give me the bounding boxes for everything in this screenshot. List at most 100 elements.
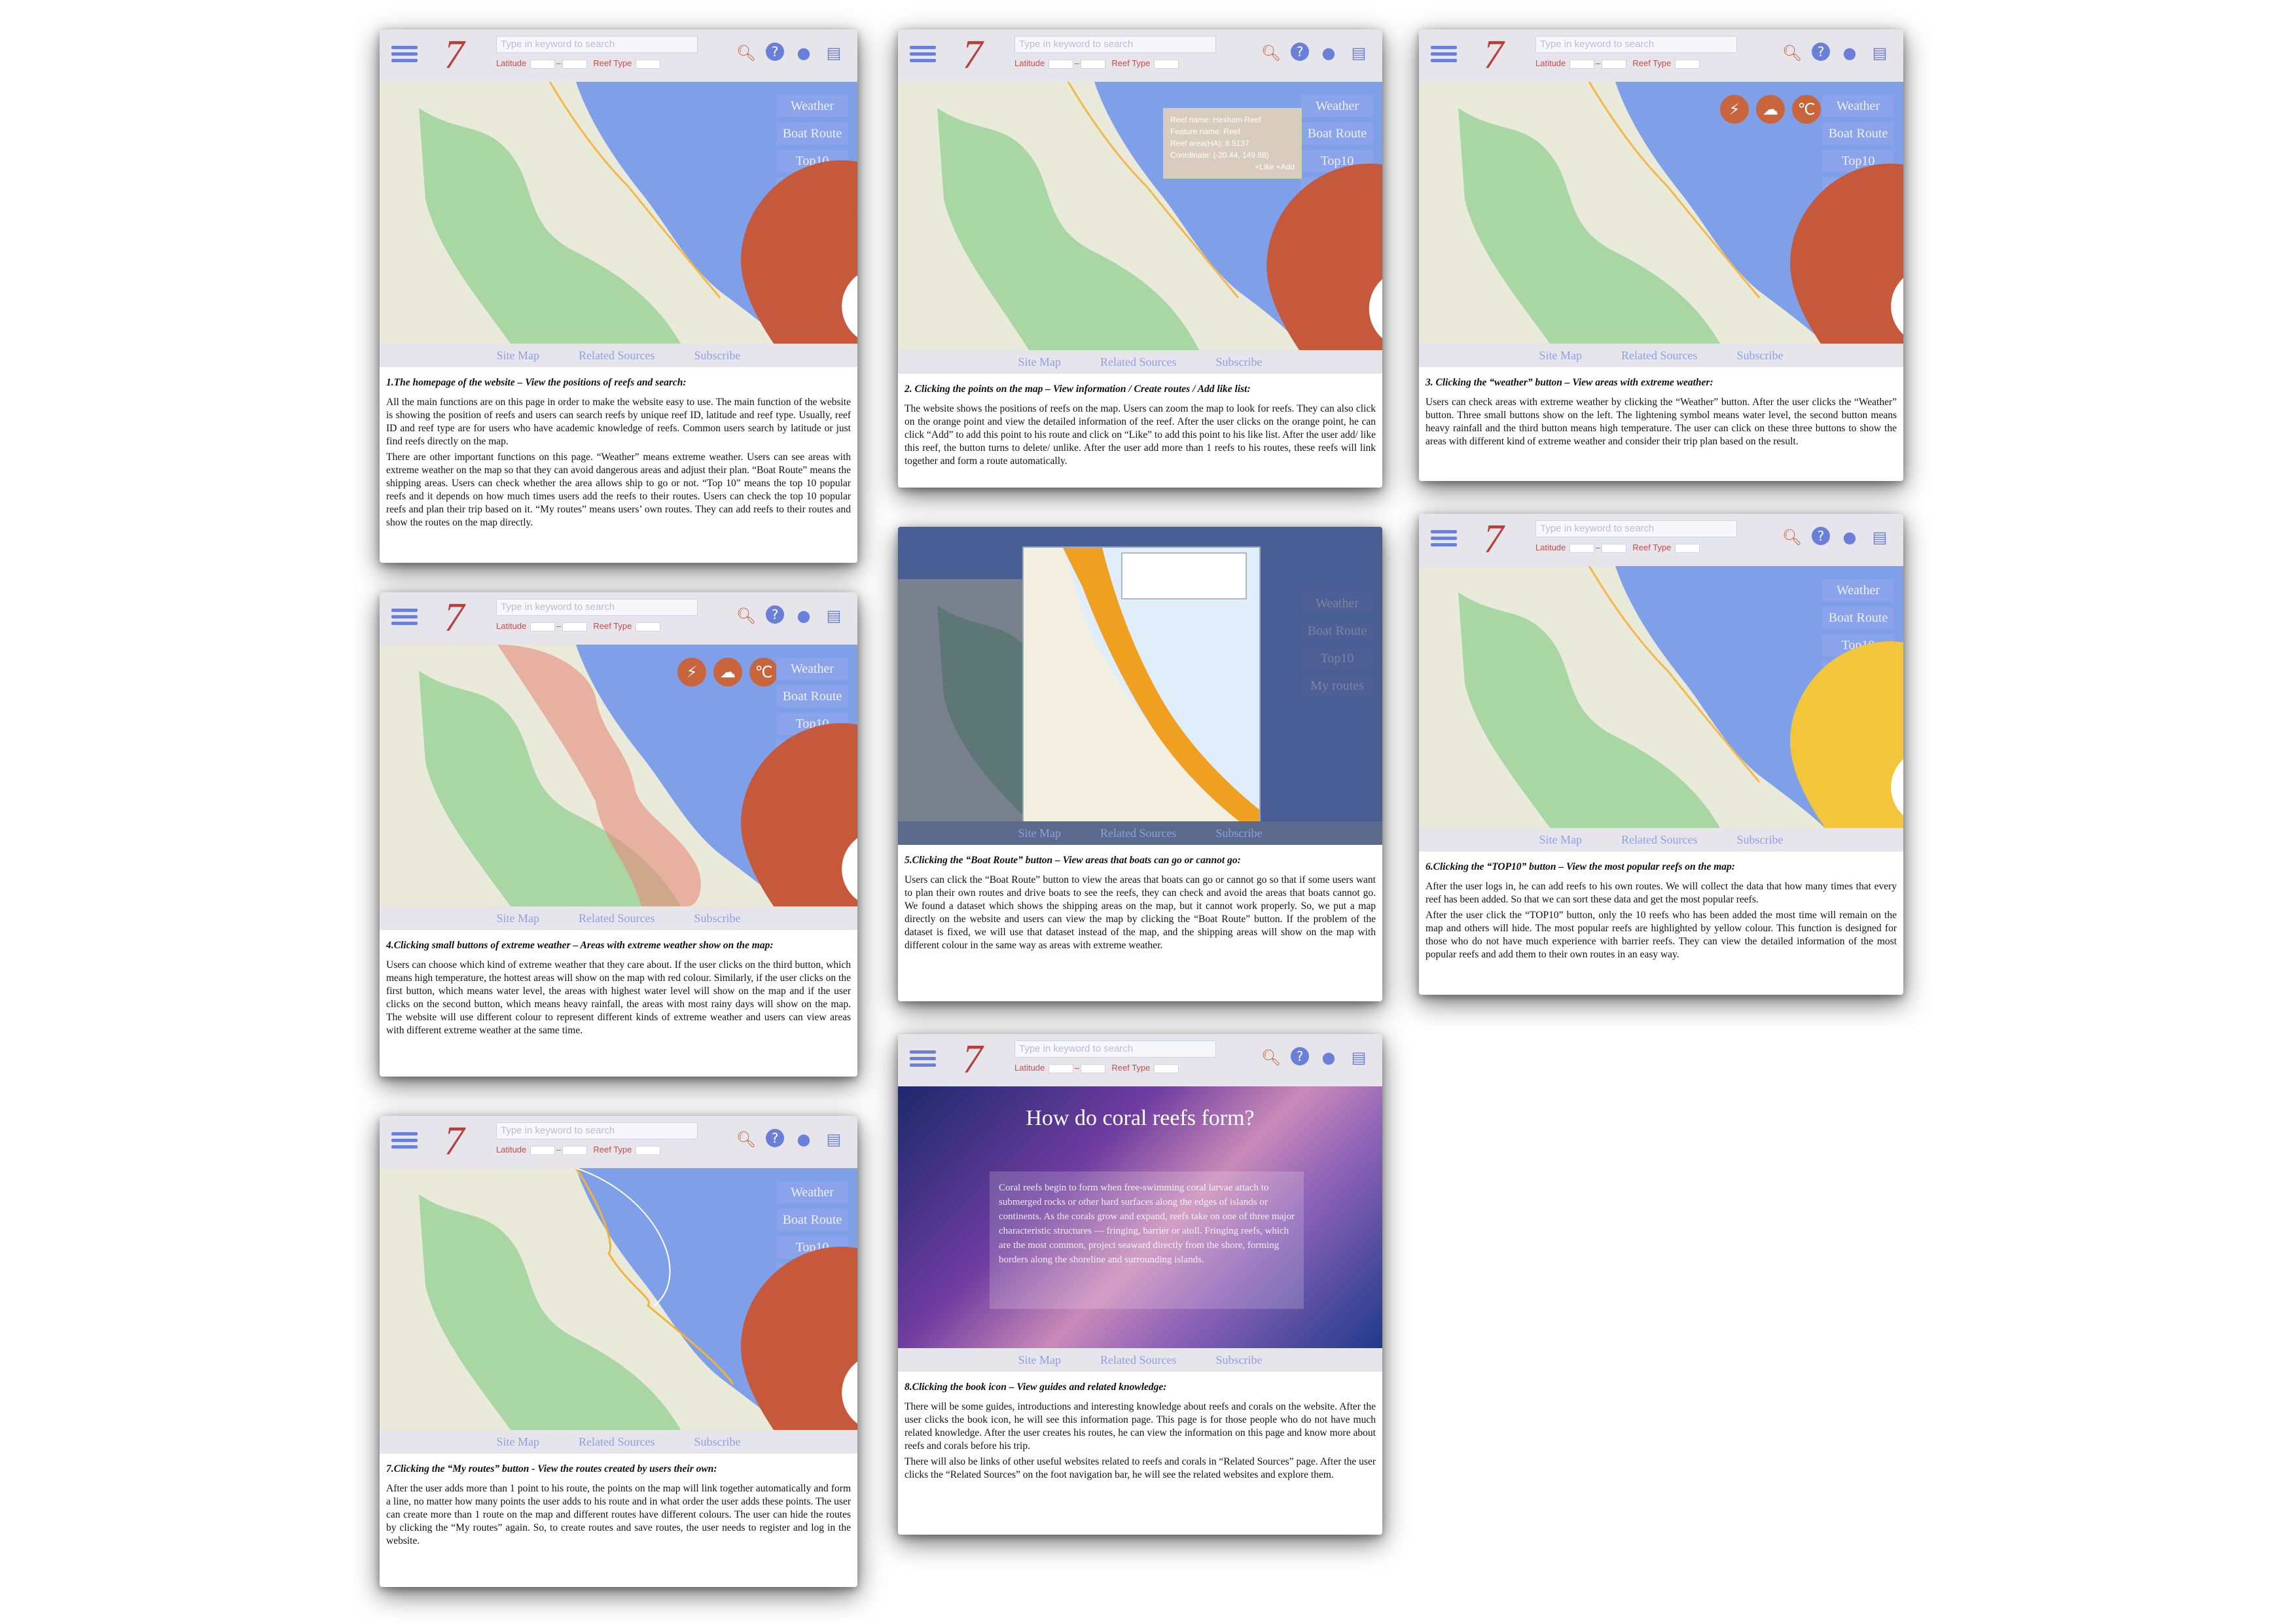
water-level-icon[interactable]: ⚡ [677, 658, 706, 687]
site-logo[interactable]: 7 [431, 595, 478, 642]
footer-site-map[interactable]: Site Map [497, 906, 540, 930]
footer-subscribe[interactable]: Subscribe [694, 344, 740, 367]
footer-site-map[interactable]: Site Map [1018, 350, 1062, 374]
latitude-to-input[interactable] [562, 1145, 588, 1155]
help-icon[interactable]: ? [766, 1129, 784, 1147]
help-icon[interactable]: ? [766, 605, 784, 624]
reef-type-select[interactable] [636, 622, 661, 632]
reef-type-select[interactable] [636, 59, 661, 69]
weather-button[interactable]: Weather [776, 658, 848, 680]
reef-type-select[interactable] [1675, 59, 1700, 69]
footer-related-sources[interactable]: Related Sources [1100, 350, 1176, 374]
temperature-icon[interactable]: ℃ [749, 658, 778, 687]
book-icon[interactable]: ▤ [823, 43, 844, 63]
footer-related-sources[interactable]: Related Sources [1621, 828, 1697, 851]
menu-icon[interactable] [391, 43, 418, 66]
book-icon[interactable]: ▤ [1869, 527, 1890, 548]
footer-site-map[interactable]: Site Map [497, 344, 540, 367]
rainfall-icon[interactable]: ☁ [1756, 95, 1785, 124]
latitude-to-input[interactable] [562, 622, 588, 632]
latitude-to-input[interactable] [1081, 59, 1106, 69]
menu-icon[interactable] [1431, 43, 1457, 66]
reef-map[interactable]: WeatherBoat RouteTop10My routes [380, 1168, 857, 1430]
latitude-to-input[interactable] [1081, 1063, 1106, 1073]
book-icon[interactable]: ▤ [1348, 43, 1369, 63]
reef-type-select[interactable] [1154, 59, 1179, 69]
reef-map[interactable]: WeatherBoat RouteTop10My routes [1419, 566, 1903, 828]
popular-reef-pin-icon[interactable] [1772, 762, 1903, 828]
footer-site-map[interactable]: Site Map [497, 1430, 540, 1454]
footer-site-map[interactable]: Site Map [1539, 828, 1583, 851]
reef-map[interactable]: WeatherBoat RouteTop10My routes [380, 82, 857, 344]
reef-map[interactable]: WeatherBoat RouteTop10My routes [898, 527, 1382, 821]
reef-map[interactable]: ⚡ ☁ ℃ WeatherBoat RouteTop10My routes [380, 645, 857, 906]
site-logo[interactable]: 7 [431, 32, 478, 79]
help-icon[interactable]: ? [1812, 43, 1830, 61]
latitude-from-input[interactable] [1569, 59, 1594, 69]
site-logo[interactable]: 7 [1470, 32, 1517, 79]
search-icon[interactable]: 🔍︎ [736, 43, 757, 63]
search-input[interactable]: Type in keyword to search [496, 1122, 698, 1139]
latitude-to-input[interactable] [562, 59, 588, 69]
help-icon[interactable]: ? [1291, 1047, 1309, 1065]
menu-icon[interactable] [391, 1129, 418, 1152]
search-input[interactable]: Type in keyword to search [1535, 36, 1737, 53]
latitude-from-input[interactable] [1569, 543, 1594, 553]
user-icon[interactable]: ● [1839, 527, 1860, 548]
latitude-from-input[interactable] [529, 59, 555, 69]
menu-icon[interactable] [910, 1047, 936, 1071]
menu-icon[interactable] [910, 43, 936, 66]
reef-map[interactable]: WeatherBoat RouteTop10My routes Reef nam… [898, 82, 1382, 350]
footer-subscribe[interactable]: Subscribe [1736, 344, 1783, 367]
site-logo[interactable]: 7 [949, 32, 996, 79]
footer-site-map[interactable]: Site Map [1539, 344, 1583, 367]
user-icon[interactable]: ● [1839, 43, 1860, 63]
book-icon[interactable]: ▤ [1348, 1047, 1369, 1068]
user-icon[interactable]: ● [793, 43, 814, 63]
search-input[interactable]: Type in keyword to search [496, 36, 698, 53]
latitude-to-input[interactable] [1602, 543, 1627, 553]
help-icon[interactable]: ? [1291, 43, 1309, 61]
search-icon[interactable]: 🔍︎ [736, 1129, 757, 1150]
reef-pin-icon[interactable] [723, 278, 857, 344]
reef-pin-icon[interactable] [1772, 278, 1903, 344]
boat-route-button[interactable]: Boat Route [776, 1209, 848, 1231]
menu-icon[interactable] [1431, 527, 1457, 550]
rainfall-icon[interactable]: ☁ [713, 658, 742, 687]
search-input[interactable]: Type in keyword to search [1014, 36, 1216, 53]
popup-like-add-links[interactable]: +Like +Add [1170, 161, 1295, 173]
weather-button[interactable]: Weather [1301, 95, 1373, 117]
search-icon[interactable]: 🔍︎ [1261, 1047, 1282, 1068]
reef-type-select[interactable] [636, 1145, 661, 1155]
footer-related-sources[interactable]: Related Sources [579, 344, 655, 367]
site-logo[interactable]: 7 [431, 1118, 478, 1166]
footer-subscribe[interactable]: Subscribe [1215, 1348, 1262, 1372]
reef-map[interactable]: ⚡ ☁ ℃ WeatherBoat RouteTop10My routes [1419, 82, 1903, 344]
boat-route-button[interactable]: Boat Route [776, 685, 848, 707]
boat-route-button[interactable]: Boat Route [776, 122, 848, 145]
search-icon[interactable]: 🔍︎ [1782, 43, 1803, 63]
book-icon[interactable]: ▤ [823, 1129, 844, 1150]
footer-subscribe[interactable]: Subscribe [694, 906, 740, 930]
book-icon[interactable]: ▤ [823, 605, 844, 626]
site-logo[interactable]: 7 [1470, 516, 1517, 563]
footer-subscribe[interactable]: Subscribe [1215, 821, 1262, 845]
water-level-icon[interactable]: ⚡ [1720, 95, 1749, 124]
search-icon[interactable]: 🔍︎ [1782, 527, 1803, 548]
user-icon[interactable]: ● [793, 1129, 814, 1150]
latitude-from-input[interactable] [1048, 1063, 1073, 1073]
user-icon[interactable]: ● [793, 605, 814, 626]
footer-subscribe[interactable]: Subscribe [1215, 350, 1262, 374]
footer-site-map[interactable]: Site Map [1018, 1348, 1062, 1372]
footer-related-sources[interactable]: Related Sources [579, 906, 655, 930]
search-input[interactable]: Type in keyword to search [496, 599, 698, 616]
reef-pin-icon[interactable] [723, 1371, 857, 1430]
latitude-to-input[interactable] [1602, 59, 1627, 69]
boat-route-button[interactable]: Boat Route [1822, 607, 1894, 629]
help-icon[interactable]: ? [1812, 527, 1830, 545]
reef-pin-icon[interactable] [723, 841, 857, 906]
latitude-from-input[interactable] [1048, 59, 1073, 69]
search-input[interactable]: Type in keyword to search [1535, 520, 1737, 537]
footer-site-map[interactable]: Site Map [1018, 821, 1062, 845]
weather-button[interactable]: Weather [776, 95, 848, 117]
